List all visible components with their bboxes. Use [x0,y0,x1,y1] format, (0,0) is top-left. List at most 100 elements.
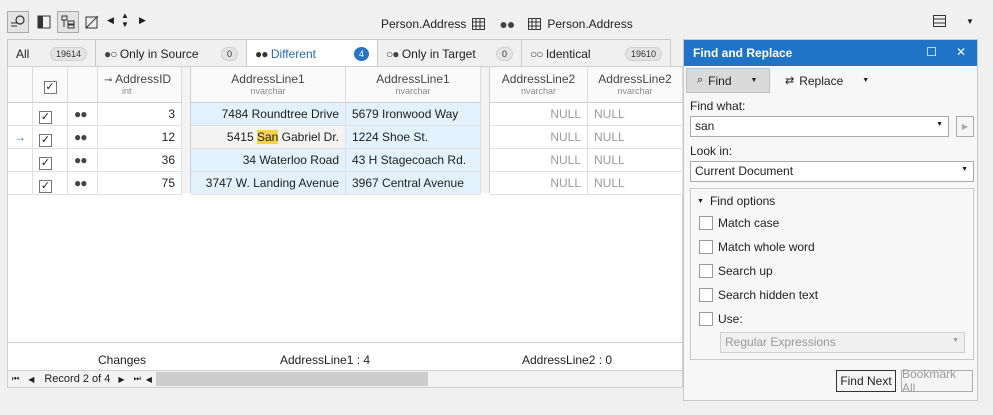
close-icon[interactable]: ✕ [956,45,966,59]
record-position: Record 2 of 4 [44,373,111,385]
target-line2-cell[interactable]: NULL [588,149,683,172]
find-arrow-button[interactable]: ▶ [956,116,974,137]
tab-only-in-target[interactable]: ○● Only in Target 0 [377,39,522,67]
look-in-label: Look in: [690,144,733,158]
dropdown-arrow-icon[interactable]: ▼ [966,17,974,26]
use-option[interactable]: Use: [699,312,743,326]
chevron-down-icon: ▼ [862,77,870,84]
tab-different[interactable]: ●● Different 4 [246,39,378,67]
chevron-down-icon[interactable]: ▼ [961,166,968,173]
match-whole-word-option[interactable]: Match whole word [699,240,815,254]
source-line1-cell[interactable]: 3747 W. Landing Avenue [191,172,346,195]
different-dots-icon: ●● [255,46,268,61]
replace-icon: ⇄ [785,75,795,87]
target-line1-cell[interactable]: 5679 Ironwood Way [346,103,481,126]
row-checkbox[interactable]: ✓ [33,103,68,126]
panel-icon [37,15,51,29]
maximize-icon[interactable]: ☐ [926,45,937,59]
tab-only-in-source[interactable]: ●○ Only in Source 0 [95,39,247,67]
source-line1-cell[interactable]: 34 Waterloo Road [191,149,346,172]
source-line2-cell[interactable]: NULL [490,149,588,172]
column-header-source-addressline2[interactable]: AddressLine2 nvarchar [490,67,588,103]
row-checkbox[interactable]: ✓ [33,149,68,172]
checkbox [699,216,713,230]
bookmark-all-button[interactable]: Bookmark All [901,367,973,395]
column-header-target-addressline2[interactable]: AddressLine2 nvarchar [588,67,683,103]
target-line1-cell[interactable]: 3967 Central Avenue [346,172,481,195]
address-id-cell[interactable]: 3 [98,103,182,126]
row-checkbox[interactable]: ✓ [33,126,68,149]
last-record-icon[interactable]: ⏭ [134,374,141,384]
up-down-arrow-icon[interactable]: ▲ ▼ [121,11,129,29]
find-next-button[interactable]: Find Next [836,370,896,392]
chevron-down-icon[interactable]: ▼ [936,121,943,128]
checkbox [699,312,713,326]
source-dots-icon: ●○ [104,46,117,61]
address-id-cell[interactable]: 36 [98,149,182,172]
select-all-checkbox[interactable]: ✓ [33,67,68,103]
target-line2-cell[interactable]: NULL [588,172,683,195]
panel-title: Find and Replace [693,46,793,60]
panel-toggle-button[interactable] [33,11,55,33]
next-arrow-icon[interactable]: ▶ [139,15,146,26]
replace-tab-button[interactable]: ⇄ Replace ▼ [785,68,880,93]
target-line2-cell[interactable]: NULL [588,126,683,149]
source-line2-cell[interactable]: NULL [490,103,588,126]
use-type-select[interactable]: Regular Expressions ▼ [720,332,965,353]
prev-arrow-icon[interactable]: ◀ [107,15,114,26]
different-dots-icon: ●● [68,126,98,149]
line1-changes: AddressLine1 : 4 [280,353,371,367]
next-record-icon[interactable]: ▶ [118,375,124,384]
source-line1-cell[interactable]: 5415 San Gabriel Dr. [191,126,346,149]
nav-menu-icon[interactable]: ◀ [146,375,152,384]
find-options-group: ▼ Find options Match case Match whole wo… [690,188,974,360]
filter-off-icon [85,15,99,29]
tab-all[interactable]: All 19614 [7,39,96,67]
column-header-source-addressline1[interactable]: AddressLine1 nvarchar [191,67,346,103]
match-case-option[interactable]: Match case [699,216,779,230]
tab-identical[interactable]: ○○ Identical 19610 [521,39,671,67]
tab-count-badge: 0 [220,46,238,61]
different-dots-icon: ●● [68,172,98,195]
chevron-down-icon: ▼ [952,337,959,344]
address-id-cell[interactable]: 75 [98,172,182,195]
search-hidden-text-option[interactable]: Search hidden text [699,288,818,302]
target-line1-cell[interactable]: 1224 Shoe St. [346,126,481,149]
tab-count-badge: 0 [495,46,513,61]
find-toolbar-button[interactable] [7,11,29,33]
record-navigator: ⏮ ◀ Record 2 of 4 ▶ ⏭ ◀ [7,370,683,388]
current-row-indicator: → [8,126,33,149]
source-line2-cell[interactable]: NULL [490,126,588,149]
prev-record-icon[interactable]: ◀ [28,375,34,384]
search-up-option[interactable]: Search up [699,264,773,278]
column-header-target-addressline1[interactable]: AddressLine1 nvarchar [346,67,481,103]
result-tabs: All 19614 ●○ Only in Source 0 ●● Differe… [7,39,671,67]
source-line2-cell[interactable]: NULL [490,172,588,195]
line2-changes: AddressLine2 : 0 [522,353,613,367]
check-icon: ✓ [43,81,57,94]
find-options-toggle[interactable]: ▼ Find options [697,194,775,208]
column-group-separator [481,67,490,193]
target-object-name: Person.Address [547,17,633,31]
find-icon [11,15,25,27]
source-object-name: Person.Address [381,17,467,31]
find-replace-panel: Find and Replace ☐ ✕ ⌕ Find ▼ ⇄ Replace … [683,39,978,401]
row-checkbox[interactable]: ✓ [33,172,68,195]
tab-count-badge: 19614 [49,46,87,61]
horizontal-scrollbar-thumb[interactable] [155,372,428,386]
address-id-cell[interactable]: 12 [98,126,182,149]
find-what-input[interactable]: san ▼ [690,116,949,137]
key-icon: ⊸ [104,75,113,86]
layout-icon[interactable] [933,15,946,30]
first-record-icon[interactable]: ⏮ [12,374,19,384]
column-header-addressid[interactable]: ⊸ AddressID int [98,67,182,103]
check-icon: ✓ [39,134,52,147]
source-line1-cell[interactable]: 7484 Roundtree Drive [191,103,346,126]
hide-identical-button[interactable] [81,11,103,33]
target-line1-cell[interactable]: 43 H Stagecoach Rd. [346,149,481,172]
target-line2-cell[interactable]: NULL [588,103,683,126]
find-tab-button[interactable]: ⌕ Find ▼ [686,68,770,93]
table-icon [528,18,542,30]
tree-view-button[interactable] [57,11,79,33]
look-in-select[interactable]: Current Document ▼ [690,161,974,182]
